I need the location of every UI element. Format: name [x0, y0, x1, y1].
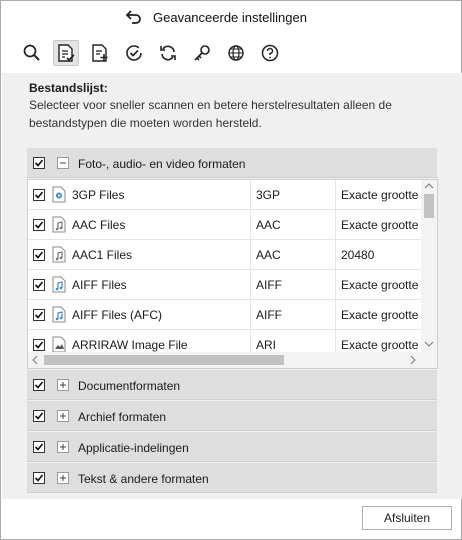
group-header-archives[interactable]: Archief formaten — [27, 401, 437, 431]
title-bar: Geavanceerde instellingen — [1, 1, 461, 35]
group-header-media[interactable]: Foto-, audio- en video formaten — [27, 148, 437, 178]
row-checkbox[interactable] — [33, 339, 45, 351]
file-size: Exacte grootte — [341, 308, 419, 322]
horizontal-scroll-thumb[interactable] — [44, 355, 284, 365]
file-extension: AIFF — [256, 278, 282, 292]
group-label: Archief formaten — [78, 410, 167, 424]
expand-icon[interactable] — [57, 472, 69, 484]
image-file-icon — [52, 336, 66, 353]
file-size: Exacte grootte — [341, 278, 419, 292]
row-checkbox[interactable] — [33, 219, 45, 231]
toolbar — [15, 39, 455, 69]
file-size: 20480 — [341, 248, 375, 262]
file-extension: AAC — [256, 248, 281, 262]
expand-icon[interactable] — [57, 410, 69, 422]
file-name: AAC1 Files — [72, 248, 133, 262]
table-row: 3GP Files 3GP Exacte grootte — [28, 180, 422, 210]
scroll-up-icon[interactable] — [424, 182, 434, 192]
group-label: Foto-, audio- en video formaten — [78, 157, 246, 171]
group-checkbox[interactable] — [33, 157, 45, 169]
window-title: Geavanceerde instellingen — [153, 10, 307, 25]
group-checkbox[interactable] — [33, 379, 45, 391]
file-list-icon[interactable] — [53, 40, 79, 66]
horizontal-scrollbar[interactable] — [28, 352, 422, 368]
collapse-icon[interactable] — [57, 157, 69, 169]
globe-icon[interactable] — [223, 40, 249, 66]
audio-file-icon — [52, 216, 66, 233]
file-name: ARRIRAW Image File — [72, 338, 188, 352]
audio-file-icon — [52, 306, 66, 323]
expand-icon[interactable] — [57, 379, 69, 391]
row-checkbox[interactable] — [33, 249, 45, 261]
group-checkbox[interactable] — [33, 441, 45, 453]
search-icon[interactable] — [19, 40, 45, 66]
group-header-text[interactable]: Tekst & andere formaten — [27, 463, 437, 493]
vertical-scroll-thumb[interactable] — [424, 194, 434, 218]
group-header-applications[interactable]: Applicatie-indelingen — [27, 432, 437, 462]
table-row: AAC1 Files AAC 20480 — [28, 240, 422, 270]
group-label: Tekst & andere formaten — [78, 472, 209, 486]
help-icon[interactable] — [257, 40, 283, 66]
expand-icon[interactable] — [57, 441, 69, 453]
file-size: Exacte grootte — [341, 218, 419, 232]
section-title: Bestandslijst: — [29, 81, 108, 95]
scroll-down-icon[interactable] — [424, 340, 434, 350]
key-icon[interactable] — [189, 40, 215, 66]
file-extension: ARI — [256, 338, 277, 352]
scroll-left-icon[interactable] — [32, 355, 38, 368]
back-arrow-icon[interactable] — [125, 9, 143, 25]
file-extension: 3GP — [256, 188, 281, 202]
settings-window: Geavanceerde instellingen Bestandslijst:… — [0, 0, 462, 540]
file-extension: AIFF — [256, 308, 282, 322]
section-description: Selecteer voor sneller scannen en betere… — [29, 98, 392, 130]
group-checkbox[interactable] — [33, 410, 45, 422]
file-extension: AAC — [256, 218, 281, 232]
group-label: Documentformaten — [78, 379, 181, 393]
table-row: AAC Files AAC Exacte grootte — [28, 210, 422, 240]
file-name: AIFF Files — [72, 278, 127, 292]
file-type-table: 3GP Files 3GP Exacte grootte AAC Files A… — [27, 179, 438, 369]
check-circle-icon[interactable] — [121, 40, 147, 66]
row-checkbox[interactable] — [33, 309, 45, 321]
group-checkbox[interactable] — [33, 472, 45, 484]
video-file-icon — [52, 186, 66, 203]
scrollbar-corner — [421, 352, 437, 368]
table-row: AIFF Files AIFF Exacte grootte — [28, 270, 422, 300]
refresh-icon[interactable] — [155, 40, 181, 66]
group-header-documents[interactable]: Documentformaten — [27, 370, 437, 400]
row-checkbox[interactable] — [33, 189, 45, 201]
file-name: AIFF Files (AFC) — [72, 308, 162, 322]
scroll-right-icon[interactable] — [410, 355, 416, 368]
table-row: AIFF Files (AFC) AIFF Exacte grootte — [28, 300, 422, 330]
audio-file-icon — [52, 246, 66, 263]
file-size: Exacte grootte — [341, 338, 419, 352]
file-name: AAC Files — [72, 218, 126, 232]
close-button[interactable]: Afsluiten — [362, 506, 452, 530]
group-label: Applicatie-indelingen — [78, 441, 189, 455]
row-checkbox[interactable] — [33, 279, 45, 291]
audio-file-icon — [52, 276, 66, 293]
file-size: Exacte grootte — [341, 188, 419, 202]
add-file-icon[interactable] — [87, 40, 113, 66]
file-name: 3GP Files — [72, 188, 125, 202]
vertical-scrollbar[interactable] — [421, 180, 437, 352]
